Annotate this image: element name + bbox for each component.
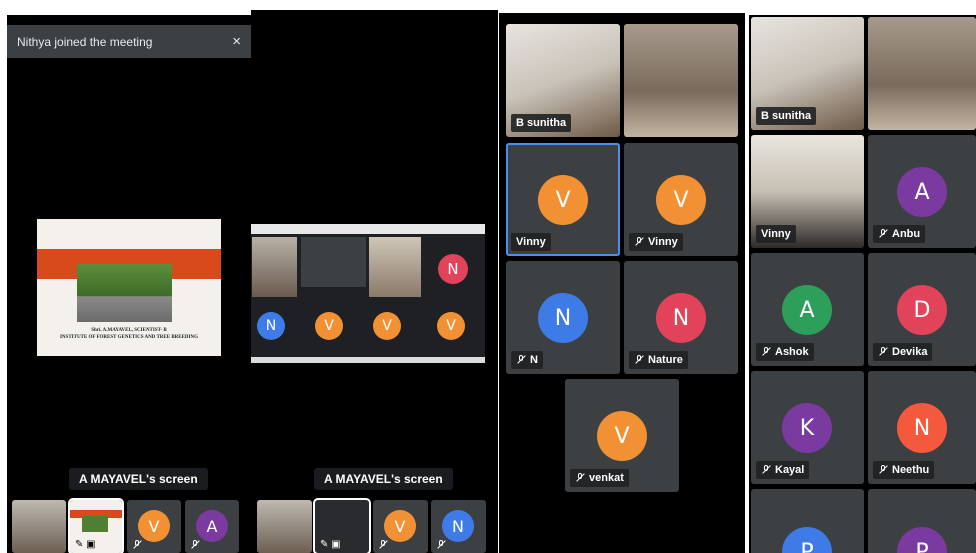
mic-off-icon bbox=[132, 540, 142, 550]
participant-tile-selected[interactable]: V Vinny bbox=[506, 143, 620, 256]
avatar: N bbox=[897, 403, 947, 453]
mic-off-icon bbox=[878, 229, 888, 239]
participant-tile[interactable]: N N bbox=[506, 261, 620, 374]
mic-off-icon bbox=[878, 347, 888, 357]
avatar: V bbox=[138, 510, 170, 542]
participant-tile[interactable]: V venkat bbox=[565, 379, 679, 492]
avatar: V bbox=[656, 175, 706, 225]
shared-slide[interactable]: Shri. A.MAYAVEL, SCIENTIST- B INSTITUTE … bbox=[37, 219, 221, 356]
participant-tile[interactable]: D Devika bbox=[868, 253, 976, 366]
strip-thumb-screen[interactable]: ✎ ▣ bbox=[313, 498, 371, 553]
mic-off-icon bbox=[378, 540, 388, 550]
screen-share-label-2: A MAYAVEL's screen bbox=[314, 468, 453, 490]
video-feed bbox=[624, 24, 738, 137]
avatar: V bbox=[538, 175, 588, 225]
participant-name: Kayal bbox=[756, 461, 810, 479]
participant-name: Neethu bbox=[873, 461, 935, 479]
participant-tile[interactable]: K Kayal bbox=[751, 371, 864, 484]
participant-tile[interactable]: N Neethu bbox=[868, 371, 976, 484]
avatar: P bbox=[897, 527, 947, 553]
strip-thumb-a[interactable]: A bbox=[185, 500, 239, 553]
strip-thumb-photo[interactable] bbox=[12, 500, 66, 553]
avatar: V bbox=[597, 411, 647, 461]
participant-tile[interactable]: P bbox=[751, 489, 864, 553]
strip-thumb-slide[interactable]: ✎ ▣ bbox=[68, 498, 124, 553]
mic-off-icon bbox=[575, 473, 585, 483]
participant-tile[interactable]: N Nature bbox=[624, 261, 738, 374]
avatar: V bbox=[384, 510, 416, 542]
avatar: N bbox=[442, 510, 474, 542]
strip-thumb-v[interactable]: V bbox=[373, 500, 428, 553]
participant-tile[interactable]: A Ashok bbox=[751, 253, 864, 366]
participant-name: B sunitha bbox=[756, 107, 817, 125]
participant-name: Devika bbox=[873, 343, 933, 361]
avatar: P bbox=[782, 527, 832, 553]
mic-off-icon bbox=[761, 465, 771, 475]
screen-share-label: A MAYAVEL's screen bbox=[69, 468, 208, 490]
participant-name: Anbu bbox=[873, 225, 926, 243]
participant-tile[interactable] bbox=[868, 17, 976, 130]
close-icon[interactable]: × bbox=[232, 33, 241, 50]
participant-tile[interactable]: B sunitha bbox=[506, 24, 620, 137]
strip-thumb-n[interactable]: N bbox=[431, 500, 486, 553]
strip-thumb-photo[interactable] bbox=[257, 500, 312, 553]
mic-off-icon bbox=[761, 347, 771, 357]
participant-tile[interactable]: A Anbu bbox=[868, 135, 976, 248]
strip-thumb-v[interactable]: V bbox=[127, 500, 181, 553]
participant-name: Vinny bbox=[629, 233, 683, 251]
avatar: D bbox=[897, 285, 947, 335]
mic-off-icon bbox=[190, 540, 200, 550]
slide-tree-photo bbox=[77, 264, 172, 322]
participant-name: N bbox=[511, 351, 543, 369]
participant-name: Ashok bbox=[756, 343, 814, 361]
shared-screen[interactable]: N N V V V bbox=[251, 224, 485, 363]
participant-tile[interactable]: V Vinny bbox=[624, 143, 738, 256]
meeting-panel-4: B sunitha Vinny A Anbu A Ashok D Devika … bbox=[749, 15, 976, 553]
mic-off-icon bbox=[634, 355, 644, 365]
slide-line-2: INSTITUTE OF FOREST GENETICS AND TREE BR… bbox=[59, 335, 198, 340]
meeting-panel-1: Nithya joined the meeting × Shri. A.MAYA… bbox=[7, 15, 251, 553]
participant-tile-selected[interactable]: B sunitha bbox=[751, 17, 864, 130]
participant-name: B sunitha bbox=[511, 114, 572, 132]
participant-name: Nature bbox=[629, 351, 688, 369]
toast-message: Nithya joined the meeting bbox=[17, 34, 153, 49]
mic-off-icon bbox=[878, 465, 888, 475]
participant-name: Vinny bbox=[756, 225, 796, 243]
participant-name: Vinny bbox=[511, 233, 551, 251]
participant-tile[interactable]: P bbox=[868, 489, 976, 553]
participant-tile[interactable] bbox=[624, 24, 738, 137]
pin-icon: ✎ ▣ bbox=[320, 539, 341, 550]
meeting-panel-3: B sunitha V Vinny V Vinny N N N Nature V… bbox=[499, 13, 745, 553]
meeting-panel-2: N N V V V A MAYAVEL's screen ✎ ▣ V N bbox=[251, 10, 498, 553]
avatar: N bbox=[656, 293, 706, 343]
video-feed bbox=[868, 17, 976, 130]
avatar: A bbox=[782, 285, 832, 335]
participant-tile[interactable]: Vinny bbox=[751, 135, 864, 248]
join-toast: Nithya joined the meeting × bbox=[7, 25, 251, 58]
participant-name: venkat bbox=[570, 469, 629, 487]
mic-off-icon bbox=[516, 355, 526, 365]
avatar: A bbox=[196, 510, 228, 542]
pin-icon: ✎ ▣ bbox=[75, 539, 96, 550]
avatar: K bbox=[782, 403, 832, 453]
slide-line-1: Shri. A.MAYAVEL, SCIENTIST- B bbox=[91, 328, 167, 333]
mic-off-icon bbox=[634, 237, 644, 247]
avatar: N bbox=[538, 293, 588, 343]
avatar: A bbox=[897, 167, 947, 217]
mic-off-icon bbox=[436, 540, 446, 550]
